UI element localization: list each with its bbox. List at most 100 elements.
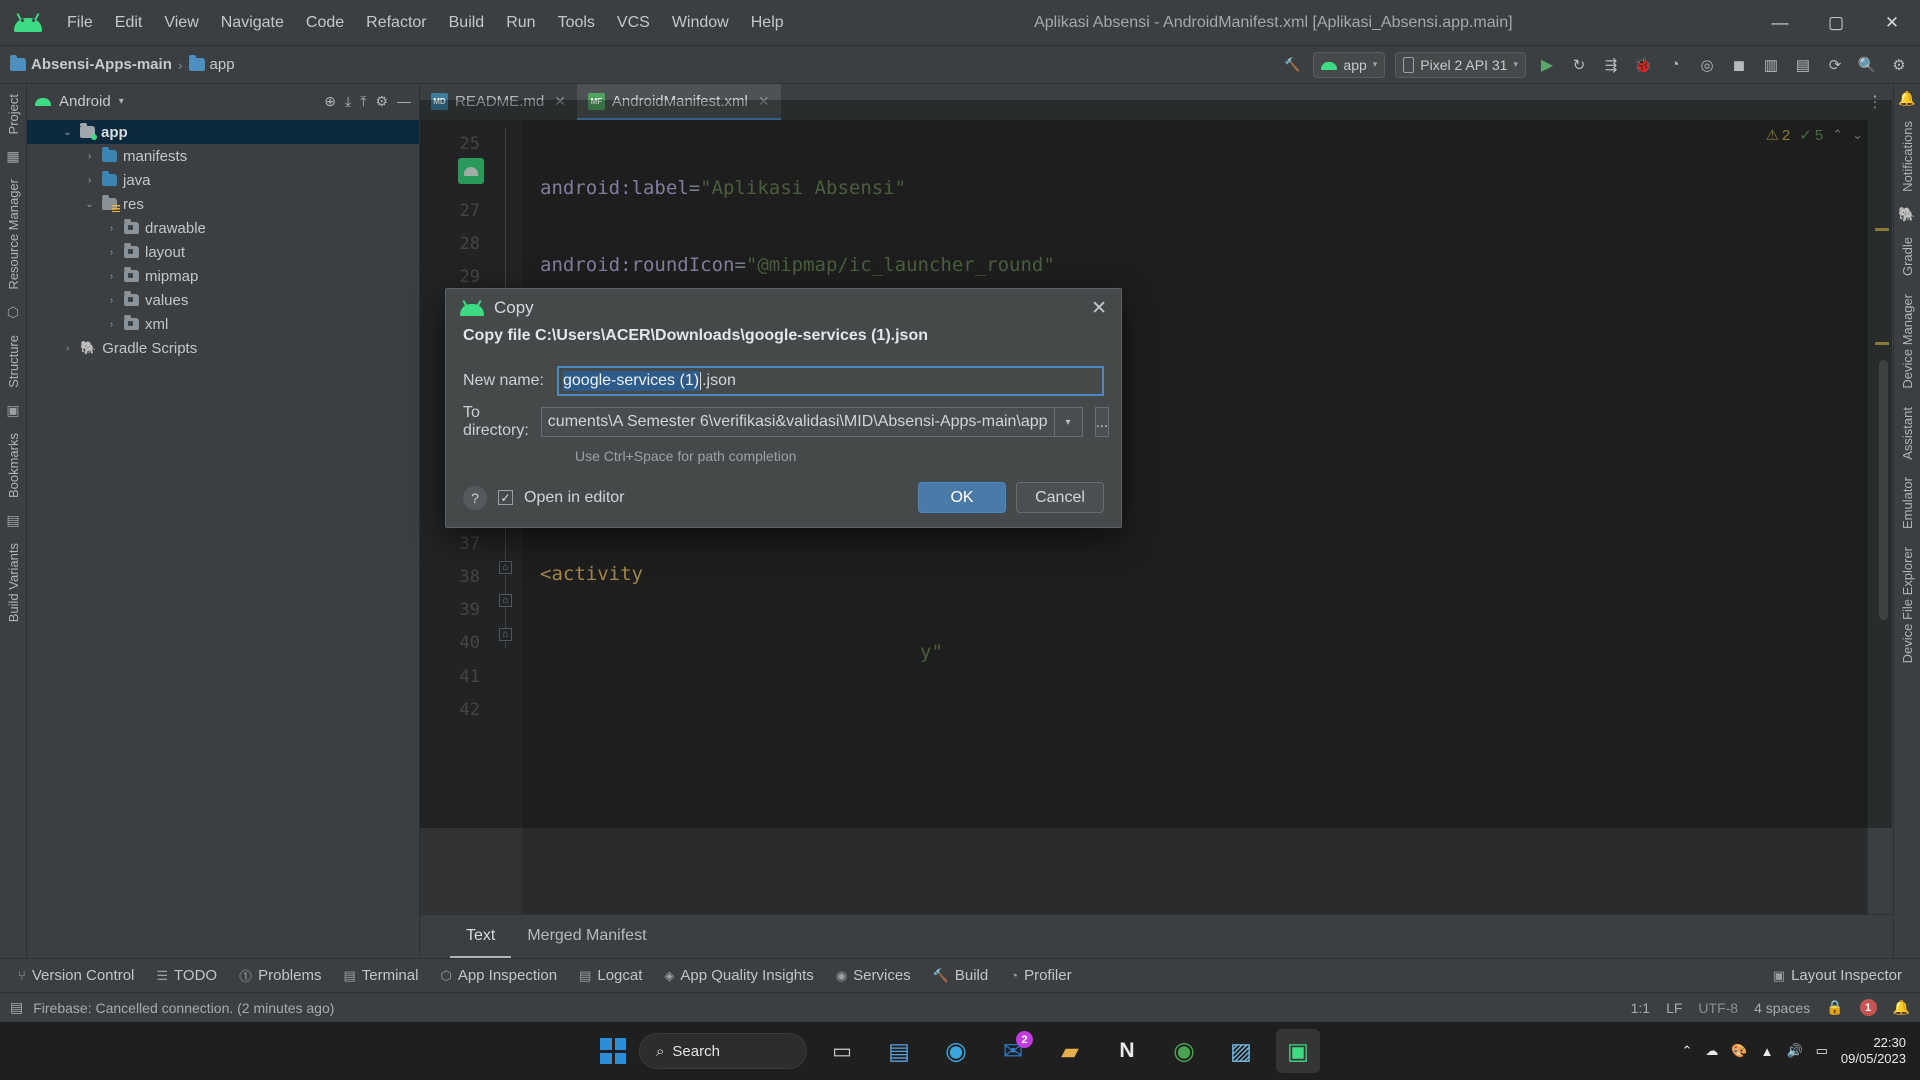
- minimize-button[interactable]: —: [1752, 0, 1808, 45]
- expand-all-icon[interactable]: ⤓: [345, 93, 351, 110]
- apply-changes-button[interactable]: ↻: [1564, 51, 1594, 79]
- sidebar-item-structure[interactable]: Structure: [6, 331, 21, 392]
- select-opened-file-icon[interactable]: ⊕: [324, 93, 336, 110]
- tray-paint-icon[interactable]: 🎨: [1731, 1043, 1747, 1059]
- help-icon[interactable]: ?: [463, 485, 487, 510]
- tree-item-app[interactable]: ⌄ app: [27, 120, 419, 144]
- menu-build[interactable]: Build: [438, 0, 496, 45]
- sidebar-item-assistant[interactable]: Assistant: [1900, 403, 1915, 464]
- sidebar-item-emulator[interactable]: Emulator: [1900, 473, 1915, 533]
- chevron-icon-layout[interactable]: ›: [105, 247, 118, 258]
- chevron-icon-gradle[interactable]: ›: [61, 343, 74, 354]
- tab-readme-md[interactable]: MD README.md ✕: [420, 84, 577, 120]
- tool-logcat[interactable]: ▤ Logcat: [569, 963, 652, 989]
- settings-gear-icon[interactable]: ⚙: [1884, 51, 1914, 79]
- profile-button[interactable]: ◔: [1660, 51, 1690, 79]
- open-in-editor-checkbox[interactable]: ✓: [498, 490, 513, 505]
- menu-edit[interactable]: Edit: [104, 0, 154, 45]
- taskbar-clock[interactable]: 22:30 09/05/2023: [1841, 1035, 1906, 1068]
- dialog-close-icon[interactable]: ✕: [1091, 297, 1107, 320]
- editor-scroll-thumb[interactable]: [1879, 360, 1888, 620]
- collapse-all-icon[interactable]: ⤒: [360, 93, 366, 110]
- tool-services[interactable]: ◉ Services: [826, 963, 921, 989]
- warning-tick-2[interactable]: [1875, 342, 1889, 345]
- tree-item-gradle-scripts[interactable]: › 🐘 Gradle Scripts: [27, 336, 419, 360]
- chevron-icon-xml[interactable]: ›: [105, 319, 118, 330]
- device-selector[interactable]: Pixel 2 API 31 ▾: [1395, 51, 1526, 78]
- caret-position[interactable]: 1:1: [1631, 1000, 1650, 1016]
- warning-tick[interactable]: [1875, 228, 1889, 231]
- warning-count[interactable]: ⚠ 2: [1765, 126, 1790, 145]
- tree-item-layout[interactable]: › layout: [27, 240, 419, 264]
- taskbar-file-explorer-icon[interactable]: ▰: [1048, 1029, 1092, 1073]
- run-coverage-button[interactable]: ◎: [1692, 51, 1722, 79]
- tab-android-manifest-xml[interactable]: MF AndroidManifest.xml ✕: [576, 84, 781, 120]
- hide-panel-icon[interactable]: —: [397, 93, 411, 109]
- tree-item-mipmap[interactable]: › mipmap: [27, 264, 419, 288]
- menu-vcs[interactable]: VCS: [606, 0, 661, 45]
- menu-run[interactable]: Run: [495, 0, 546, 45]
- chevron-down-icon-directory[interactable]: ▾: [1053, 408, 1082, 436]
- tree-item-java[interactable]: › java: [27, 168, 419, 192]
- windows-start-icon[interactable]: [600, 1038, 626, 1064]
- taskbar-notion-icon[interactable]: N: [1105, 1029, 1149, 1073]
- taskbar-chrome-icon[interactable]: ◉: [1162, 1029, 1206, 1073]
- notification-bell-icon[interactable]: 🔔: [1893, 999, 1910, 1016]
- new-name-input[interactable]: google-services (1) .json: [557, 366, 1104, 396]
- project-view-label[interactable]: Android: [59, 93, 111, 110]
- tree-item-manifests[interactable]: › manifests: [27, 144, 419, 168]
- fold-toggle-intent-filter[interactable]: ⌂: [499, 628, 512, 641]
- chevron-icon-res[interactable]: ⌄: [83, 199, 96, 210]
- tree-item-drawable[interactable]: › drawable: [27, 216, 419, 240]
- tool-todo[interactable]: ☰ TODO: [146, 963, 227, 989]
- tool-app-inspection[interactable]: ⬡ App Inspection: [430, 963, 567, 989]
- tool-profiler[interactable]: ◔ Profiler: [1000, 963, 1081, 989]
- stop-button[interactable]: ◼: [1724, 51, 1754, 79]
- tab-text[interactable]: Text: [450, 915, 512, 958]
- error-count-badge[interactable]: 1: [1859, 999, 1877, 1016]
- cancel-button[interactable]: Cancel: [1016, 482, 1104, 513]
- taskbar-task-view-icon[interactable]: ▭: [820, 1029, 864, 1073]
- sidebar-item-resource-manager[interactable]: Resource Manager: [6, 175, 21, 294]
- sync-gradle-button[interactable]: ⟳: [1820, 51, 1850, 79]
- tray-chevron-icon[interactable]: ⌃: [1681, 1043, 1692, 1059]
- close-button[interactable]: ✕: [1864, 0, 1920, 45]
- menu-refactor[interactable]: Refactor: [355, 0, 437, 45]
- menu-file[interactable]: File: [56, 0, 104, 45]
- to-directory-input[interactable]: cuments\A Semester 6\verifikasi&validasi…: [540, 407, 1083, 437]
- sdk-manager-button[interactable]: ▤: [1788, 51, 1818, 79]
- tree-item-res[interactable]: ⌄ res: [27, 192, 419, 216]
- taskbar-calendar-icon[interactable]: ▤: [877, 1029, 921, 1073]
- sidebar-item-notifications[interactable]: Notifications: [1900, 117, 1915, 196]
- notifications-bell-icon[interactable]: 🔔: [1898, 90, 1915, 107]
- android-resource-gutter-icon[interactable]: [458, 158, 484, 184]
- tool-terminal[interactable]: ▤ Terminal: [333, 963, 428, 989]
- indent-setting[interactable]: 4 spaces: [1754, 1000, 1810, 1016]
- sidebar-item-bookmarks[interactable]: Bookmarks: [6, 429, 21, 502]
- taskbar-search-box[interactable]: ⌕ Search: [639, 1033, 807, 1069]
- device-manager-button[interactable]: ▥: [1756, 51, 1786, 79]
- file-encoding[interactable]: UTF-8: [1698, 1000, 1738, 1016]
- tool-version-control[interactable]: ⑂ Version Control: [8, 963, 144, 989]
- project-view-chevron-icon[interactable]: ▾: [119, 96, 124, 107]
- taskbar-photos-icon[interactable]: ▨: [1219, 1029, 1263, 1073]
- tray-battery-icon[interactable]: ▭: [1816, 1043, 1828, 1059]
- chevron-icon-app[interactable]: ⌄: [61, 127, 74, 138]
- tool-build[interactable]: 🔨 Build: [923, 963, 999, 989]
- prev-highlight-icon[interactable]: ⌃: [1832, 127, 1843, 143]
- run-button[interactable]: ▶: [1532, 51, 1562, 79]
- tab-merged-manifest[interactable]: Merged Manifest: [511, 915, 662, 958]
- close-icon-readme[interactable]: ✕: [554, 93, 566, 110]
- fold-toggle-activity-2[interactable]: ⌂: [499, 561, 512, 574]
- sidebar-item-build-variants[interactable]: Build Variants: [6, 539, 21, 626]
- menu-help[interactable]: Help: [740, 0, 795, 45]
- tool-layout-inspector[interactable]: ▣ Layout Inspector: [1763, 963, 1912, 989]
- tool-problems[interactable]: ⓵ Problems: [229, 963, 331, 989]
- menu-navigate[interactable]: Navigate: [210, 0, 295, 45]
- close-icon-manifest[interactable]: ✕: [758, 93, 770, 110]
- sidebar-item-gradle[interactable]: Gradle: [1900, 233, 1915, 280]
- search-everywhere-icon[interactable]: 🔍: [1852, 51, 1882, 79]
- run-configuration-selector[interactable]: app ▾: [1313, 51, 1386, 78]
- menu-tools[interactable]: Tools: [547, 0, 606, 45]
- build-hammer-icon[interactable]: 🔨: [1277, 51, 1307, 79]
